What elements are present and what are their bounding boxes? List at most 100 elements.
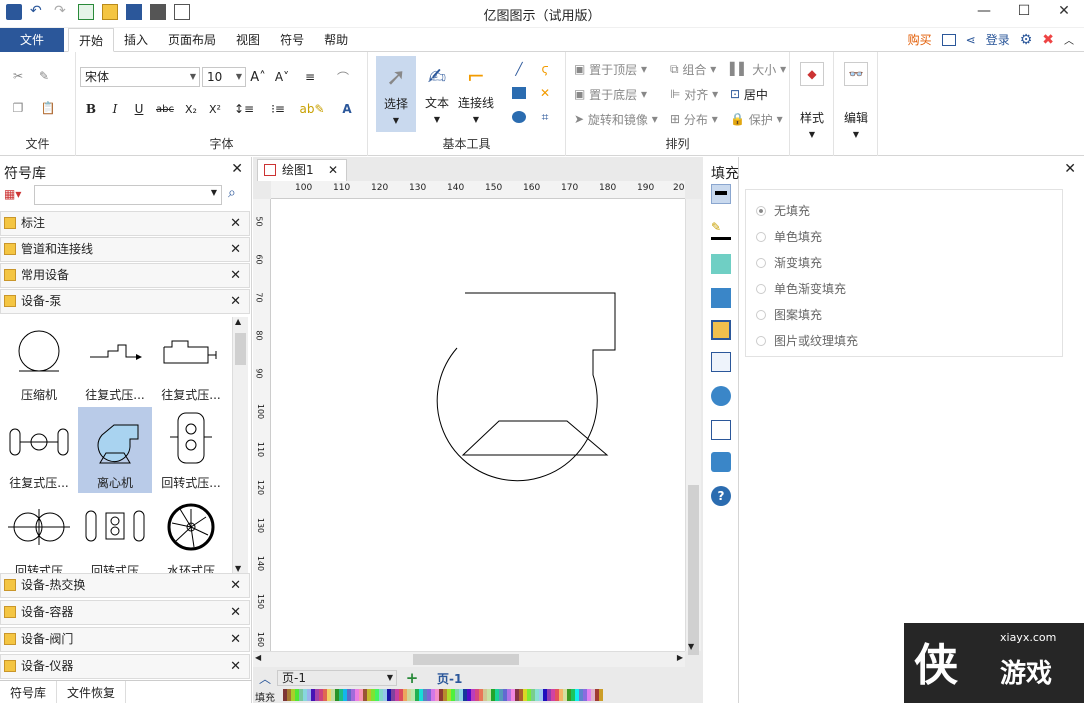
symbol-centrifuge[interactable]: 离心机 bbox=[78, 407, 152, 493]
line-tool-icon[interactable]: ✎ bbox=[711, 220, 731, 240]
superscript-button[interactable]: X² bbox=[206, 100, 224, 118]
close-icon[interactable]: ✕ bbox=[230, 574, 241, 597]
maximize-button[interactable]: ☐ bbox=[1004, 0, 1044, 24]
chevron-left-icon[interactable]: ◀ bbox=[255, 653, 261, 662]
font-name-combo[interactable]: 宋体 ▼ bbox=[80, 67, 200, 87]
crop-icon[interactable]: ⌗ bbox=[536, 108, 554, 126]
style-label[interactable]: 样式 bbox=[790, 108, 834, 126]
image-tool-icon[interactable] bbox=[711, 288, 731, 308]
cut-icon[interactable]: ✂ bbox=[10, 68, 26, 84]
share-icon[interactable]: ⋖ bbox=[966, 33, 976, 47]
chevron-down-icon[interactable]: ▼ bbox=[834, 128, 878, 140]
chevron-down-icon[interactable]: ▼ bbox=[235, 564, 241, 573]
symbol-reciprocating-compressor-3[interactable]: 往复式压... bbox=[2, 407, 76, 493]
copy-icon[interactable]: ❐ bbox=[10, 100, 26, 116]
align-text-icon[interactable]: ≡ bbox=[298, 68, 322, 86]
minimize-button[interactable]: — bbox=[964, 0, 1004, 24]
library-search-input[interactable]: ▼ bbox=[34, 185, 222, 205]
fill-option-gradient[interactable]: 渐变填充 bbox=[756, 254, 822, 271]
subscript-button[interactable]: X₂ bbox=[182, 100, 200, 118]
fill-tool-icon[interactable] bbox=[711, 184, 731, 204]
text-curve-icon[interactable]: ⌒ bbox=[328, 68, 358, 86]
file-menu-button[interactable]: 文件 bbox=[0, 28, 64, 52]
scroll-thumb[interactable] bbox=[413, 654, 519, 665]
close-icon[interactable]: ✕ bbox=[230, 290, 241, 313]
category-pumps[interactable]: 设备-泵 ✕ bbox=[0, 289, 250, 314]
chevron-up-icon[interactable]: ▲ bbox=[235, 317, 241, 326]
bullets-icon[interactable]: ⁝≡ bbox=[264, 100, 292, 118]
close-icon[interactable]: ✕ bbox=[230, 238, 241, 261]
tab-home[interactable]: 开始 bbox=[68, 28, 115, 52]
shadow-tool-icon[interactable] bbox=[711, 254, 731, 274]
tab-insert[interactable]: 插入 bbox=[114, 28, 158, 52]
tab-help[interactable]: 帮助 bbox=[314, 28, 358, 52]
page-select[interactable]: 页-1 ▼ bbox=[277, 670, 397, 686]
category-instruments[interactable]: 设备-仪器 ✕ bbox=[0, 654, 250, 679]
connector-button[interactable]: ⌐ 连接线 ▼ bbox=[456, 56, 496, 132]
size-button[interactable]: ▌▌ 大小 ▾ bbox=[730, 60, 786, 78]
tab-symbol-library[interactable]: 符号库 bbox=[0, 681, 58, 703]
center-button[interactable]: ⊡ 居中 bbox=[730, 85, 768, 103]
select-button[interactable]: ➚ 选择 ▼ bbox=[376, 56, 416, 132]
category-vessels[interactable]: 设备-容器 ✕ bbox=[0, 600, 250, 625]
collapse-ribbon-icon[interactable]: ︿ bbox=[1064, 32, 1074, 47]
distribute-button[interactable]: ⊞ 分布 ▾ bbox=[670, 110, 718, 128]
paste-icon[interactable]: 📋 bbox=[36, 100, 60, 116]
format-painter-icon[interactable]: ✎ bbox=[36, 68, 52, 84]
line-icon[interactable]: ╱ bbox=[510, 60, 528, 78]
centrifuge-shape[interactable] bbox=[271, 199, 685, 651]
fill-option-pattern[interactable]: 图案填充 bbox=[756, 306, 822, 323]
grow-font-icon[interactable]: A˄ bbox=[250, 68, 266, 86]
chevron-up-icon[interactable]: ︿ bbox=[253, 670, 277, 687]
symbol-reciprocating-compressor[interactable]: 往复式压... bbox=[78, 319, 152, 405]
close-icon[interactable]: ✕ bbox=[1064, 161, 1076, 177]
window-icon[interactable] bbox=[941, 33, 956, 46]
chevron-down-icon[interactable]: ▼ bbox=[790, 128, 834, 140]
font-size-combo[interactable]: 10 ▼ bbox=[202, 67, 246, 87]
group-button[interactable]: ⧉ 组合 ▾ bbox=[670, 60, 716, 78]
category-valves[interactable]: 设备-阀门 ✕ bbox=[0, 627, 250, 652]
font-color-icon[interactable]: A bbox=[334, 100, 360, 118]
bring-front-button[interactable]: ▣ 置于顶层 ▾ bbox=[574, 60, 647, 78]
fill-option-solid[interactable]: 单色填充 bbox=[756, 228, 822, 245]
login-link[interactable]: 登录 bbox=[986, 31, 1010, 48]
close-window-button[interactable]: ✕ bbox=[1044, 0, 1084, 24]
symbol-rotary-compressor-3[interactable]: 回转式压 bbox=[78, 495, 152, 573]
symbol-water-ring-compressor[interactable]: 水环式压 bbox=[154, 495, 228, 573]
page-tool-icon[interactable] bbox=[711, 352, 731, 372]
color-swatches[interactable] bbox=[283, 689, 603, 701]
ellipse-icon[interactable] bbox=[510, 108, 528, 126]
close-icon[interactable]: ✕ bbox=[230, 601, 241, 624]
category-common-equipment[interactable]: 常用设备 ✕ bbox=[0, 263, 250, 288]
chevron-right-icon[interactable]: ▶ bbox=[677, 653, 683, 662]
library-scrollbar[interactable]: ▲ ▼ bbox=[232, 317, 248, 573]
tab-view[interactable]: 视图 bbox=[226, 28, 270, 52]
search-icon[interactable]: ⌕ bbox=[228, 185, 236, 201]
chevron-down-icon[interactable]: ▼ bbox=[688, 642, 694, 651]
page-tab[interactable]: 页-1 bbox=[427, 670, 472, 687]
close-icon[interactable]: ✕ bbox=[328, 160, 338, 180]
rectangle-icon[interactable] bbox=[510, 84, 528, 102]
shrink-font-icon[interactable]: A˅ bbox=[274, 68, 290, 86]
close-icon[interactable]: ✕ bbox=[230, 264, 241, 287]
help-icon[interactable]: ? bbox=[711, 486, 731, 506]
category-annotation[interactable]: 标注 ✕ bbox=[0, 211, 250, 236]
text-button[interactable]: ✍ 文本 ▼ bbox=[420, 56, 454, 132]
bold-button[interactable]: B bbox=[82, 100, 100, 118]
symbol-rotary-compressor-2[interactable]: 回转式压 bbox=[2, 495, 76, 573]
color-swatch[interactable] bbox=[599, 689, 603, 701]
add-page-icon[interactable]: + bbox=[397, 669, 427, 687]
close-icon[interactable]: ✕ bbox=[230, 212, 241, 235]
underline-button[interactable]: U bbox=[130, 100, 148, 118]
symbol-rotary-compressor[interactable]: 回转式压... bbox=[154, 407, 228, 493]
fill-option-single-gradient[interactable]: 单色渐变填充 bbox=[756, 280, 846, 297]
edit-label[interactable]: 编辑 bbox=[834, 108, 878, 126]
scroll-thumb[interactable] bbox=[235, 333, 246, 365]
symbol-compressor[interactable]: 压缩机 bbox=[2, 319, 76, 405]
tab-file-recovery[interactable]: 文件恢复 bbox=[57, 681, 127, 703]
fill-option-none[interactable]: 无填充 bbox=[756, 202, 810, 219]
gear-icon[interactable]: ⚙ bbox=[1020, 32, 1033, 48]
comment-tool-icon[interactable] bbox=[711, 452, 731, 472]
crosshair-icon[interactable]: ✕ bbox=[536, 84, 554, 102]
scroll-thumb[interactable] bbox=[688, 485, 699, 655]
